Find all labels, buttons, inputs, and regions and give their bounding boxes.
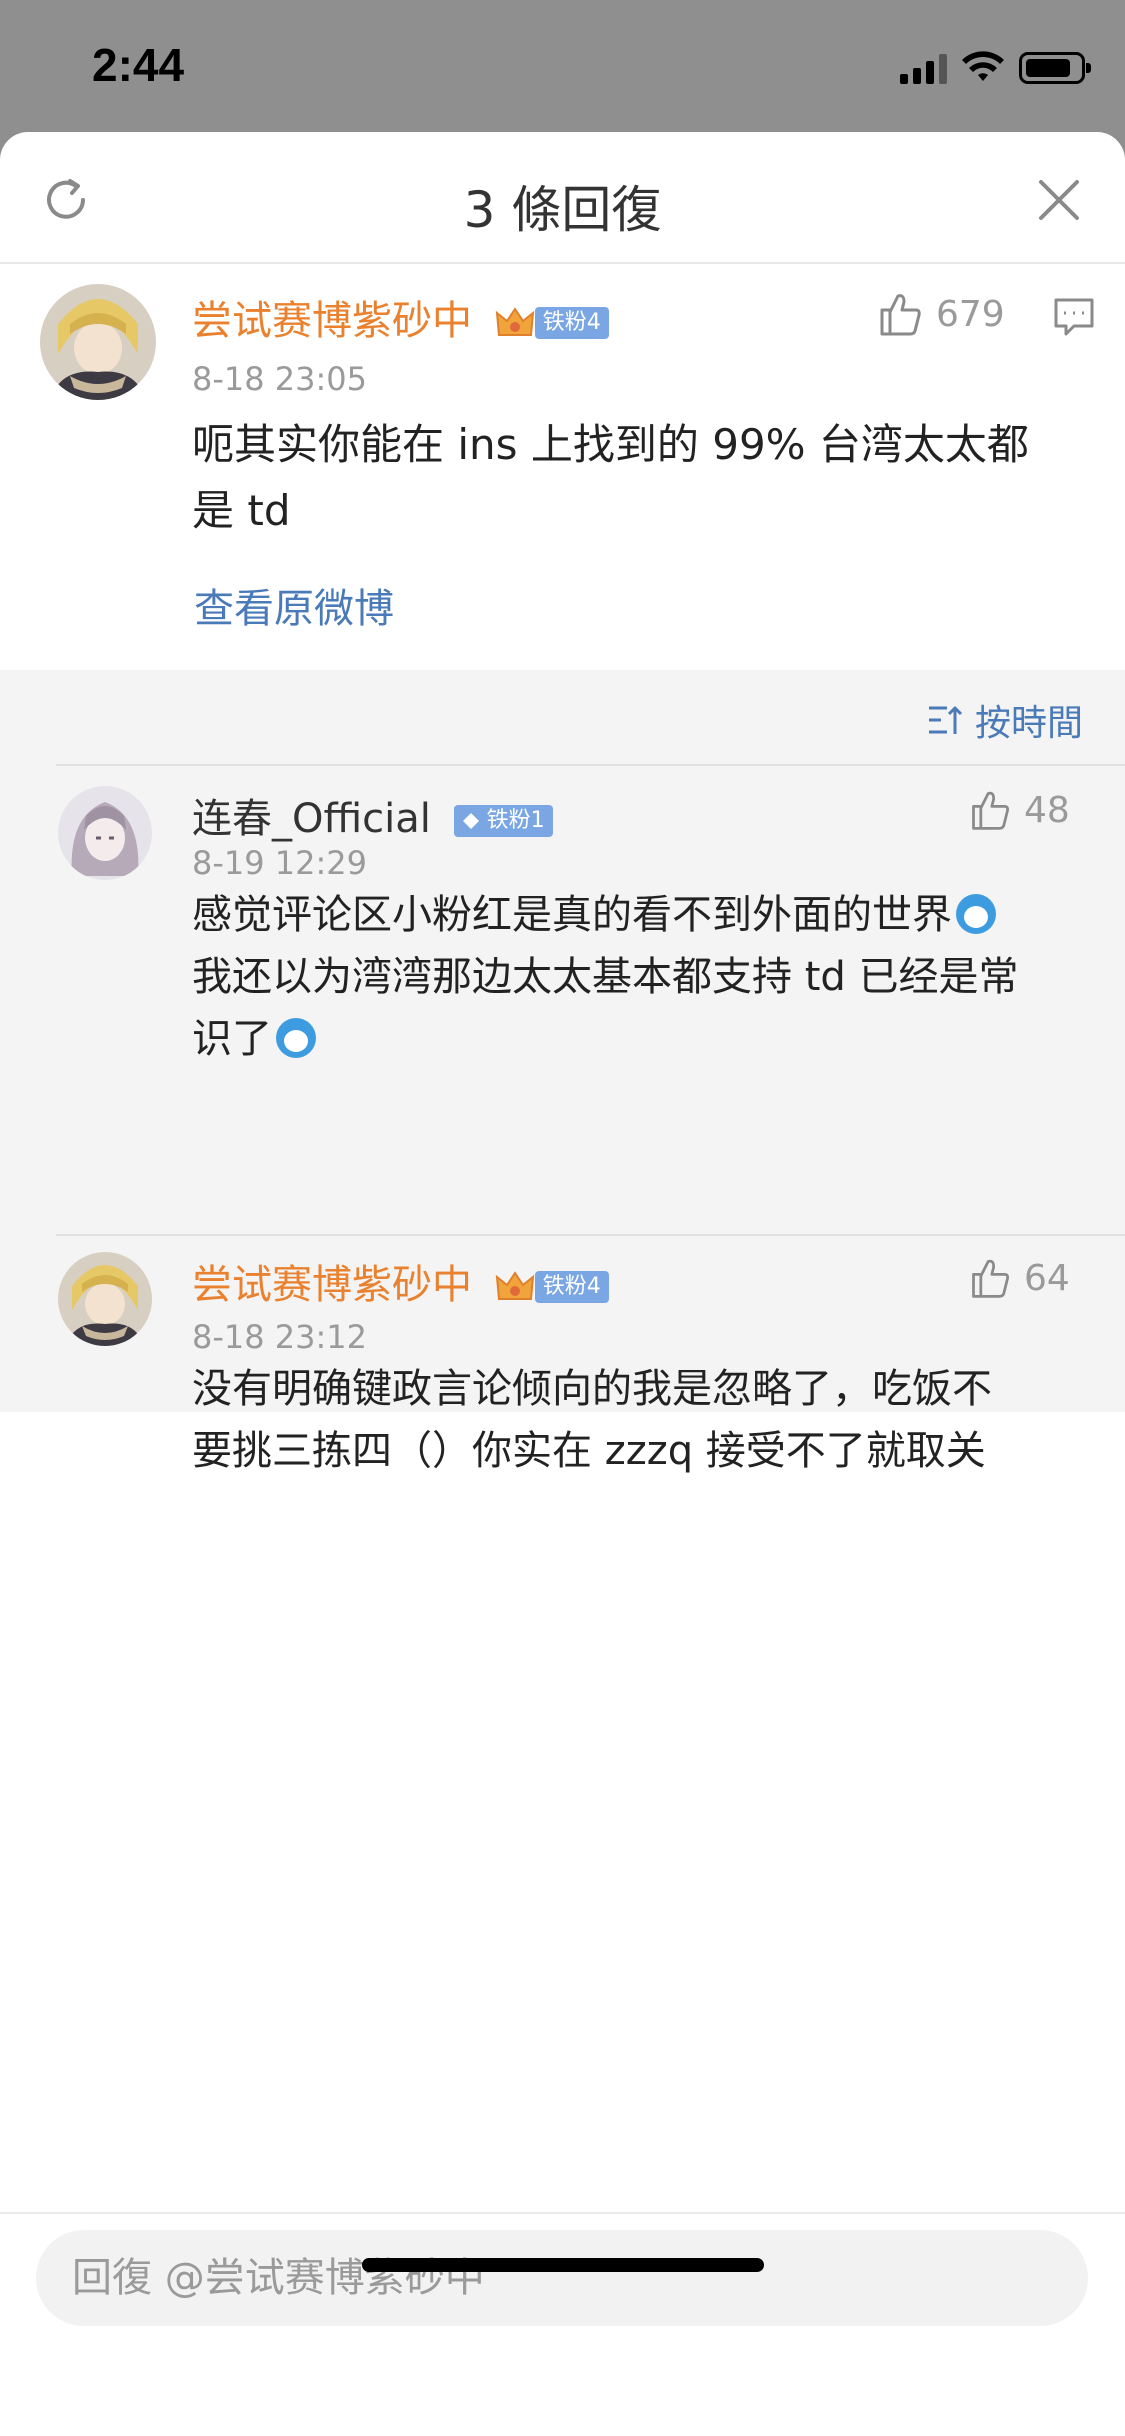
status-time: 2:44	[92, 39, 185, 91]
reply-item: 尝试赛博紫砂中 铁粉4 8-18 23:12 64 没有明确键政言论倾向的我是忽…	[0, 1236, 1125, 1474]
sort-button[interactable]: 按時間	[927, 694, 1083, 746]
author-name[interactable]: 连春_Official 铁粉1	[192, 786, 553, 844]
avatar[interactable]	[40, 284, 156, 400]
author-name[interactable]: 尝试赛博紫砂中 铁粉4	[192, 1252, 609, 1310]
replies-list: 按時間 连春_Official 铁粉1 8-19 12:29 48 感觉评论区小…	[0, 670, 1125, 1474]
comment-time: 8-18 23:05	[192, 360, 368, 398]
reply-item: 连春_Official 铁粉1 8-19 12:29 48 感觉评论区小粉红是真…	[0, 766, 1125, 1092]
fan-badge-label: 铁粉4	[534, 307, 609, 339]
comment-icon[interactable]	[1052, 294, 1096, 338]
wifi-icon	[962, 51, 1004, 81]
thumbs-up-icon	[972, 1259, 1009, 1298]
sort-icon	[928, 706, 963, 734]
reply-time: 8-19 12:29	[192, 844, 368, 882]
author-name[interactable]: 尝试赛博紫砂中 铁粉4	[192, 288, 609, 346]
like-count: 64	[1024, 1257, 1070, 1299]
status-icons	[900, 48, 1091, 88]
fan-badge: 铁粉4	[495, 1269, 609, 1305]
crown-icon	[495, 1271, 534, 1300]
fan-badge-label: 铁粉4	[534, 1271, 609, 1303]
reply-input[interactable]: 回復 @尝试赛博紫砂中	[36, 2230, 1088, 2326]
reply-text: 没有明确键政言论倾向的我是忽略了，吃饭不 要挑三拣四（）你实在 zzzq 接受不…	[192, 1366, 992, 1474]
sheet-title: 3 條回復	[463, 181, 662, 239]
doraemon-emoji-icon	[276, 1018, 316, 1058]
view-original-link[interactable]: 查看原微博	[194, 576, 394, 634]
replies-sheet: 3 條回復 尝试赛博紫砂中 铁粉4 8-18 23:05 679 呃其实你能在 …	[0, 132, 1125, 2436]
avatar[interactable]	[58, 1252, 152, 1346]
status-bar: 2:44	[0, 0, 1125, 132]
battery-icon	[1019, 52, 1091, 84]
fan-badge: 铁粉4	[495, 305, 609, 341]
main-comment: 尝试赛博紫砂中 铁粉4 8-18 23:05 679 呃其实你能在 ins 上找…	[0, 264, 1125, 670]
fan-badge-label: 铁粉1	[453, 805, 553, 837]
home-indicator	[362, 2258, 764, 2272]
sheet-header: 3 條回復	[0, 132, 1125, 264]
reply-text: 感觉评论区小粉红是真的看不到外面的世界 我还以为湾湾那边太太基本都支持 td 已…	[192, 892, 1019, 1062]
like-button[interactable]: 48	[968, 788, 1070, 832]
diamond-icon	[462, 813, 479, 829]
thumbs-up-icon	[880, 294, 921, 336]
sort-label: 按時間	[974, 703, 1083, 744]
like-button[interactable]: 64	[968, 1256, 1070, 1300]
avatar[interactable]	[58, 786, 152, 880]
crown-icon	[495, 307, 534, 336]
reply-bar: 回復 @尝试赛博紫砂中	[0, 2212, 1125, 2436]
like-count: 48	[1024, 789, 1070, 831]
close-icon[interactable]	[1033, 174, 1085, 226]
thumbs-up-icon	[972, 791, 1009, 830]
like-count: 679	[936, 293, 1005, 335]
cellular-signal-icon	[900, 52, 947, 84]
like-button[interactable]: 679	[876, 290, 1005, 338]
comment-text: 呃其实你能在 ins 上找到的 99% 台湾太太都 是 td	[192, 420, 1029, 535]
doraemon-emoji-icon	[956, 894, 996, 934]
reply-time: 8-18 23:12	[192, 1318, 368, 1356]
fan-badge: 铁粉1	[453, 805, 553, 837]
